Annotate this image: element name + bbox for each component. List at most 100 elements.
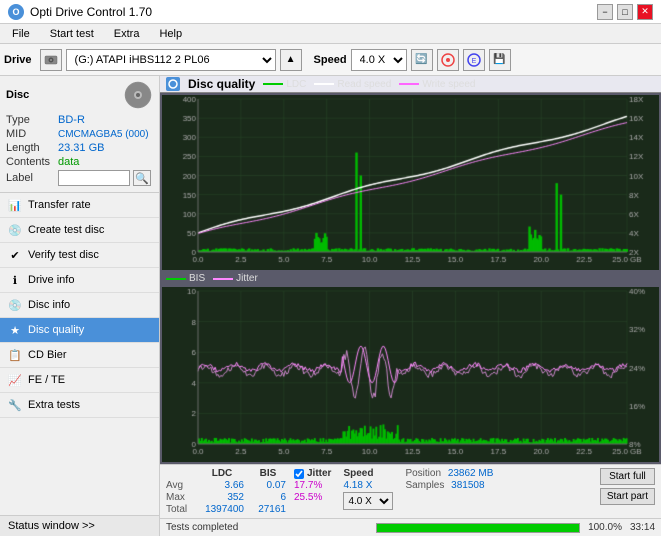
speed-header: Speed [343, 468, 393, 479]
sidebar-item-label: Disc info [28, 299, 70, 311]
sidebar-item-label: Verify test disc [28, 249, 99, 261]
legend-jitter-label: Jitter [236, 273, 258, 284]
sidebar-item-label: CD Bier [28, 349, 67, 361]
samples-label: Samples [405, 480, 444, 491]
position-value: 23862 MB [448, 468, 494, 479]
legend-read-speed-color [314, 83, 334, 85]
nav-items: 📊 Transfer rate 💿 Create test disc ✔ Ver… [0, 193, 159, 515]
legend-jitter: Jitter [213, 273, 258, 284]
max-jitter: 25.5% [294, 492, 331, 503]
avg-label: Avg [166, 480, 194, 491]
refresh-button[interactable]: 🔄 [411, 49, 433, 71]
maximize-button[interactable]: □ [617, 4, 633, 20]
speed-label: Speed [314, 54, 347, 66]
sidebar-item-disc-quality[interactable]: ★ Disc quality [0, 318, 159, 343]
svg-text:E: E [471, 58, 476, 65]
avg-jitter: 17.7% [294, 480, 331, 491]
sidebar-item-disc-info[interactable]: 💿 Disc info [0, 293, 159, 318]
menu-start-test[interactable]: Start test [42, 26, 102, 42]
stats-ldc-header: LDC [200, 468, 244, 479]
legend-ldc: LDC [263, 79, 306, 90]
extra-tests-icon: 🔧 [8, 398, 22, 412]
main-layout: Disc Type BD-R MID CMCMAGBA5 (000) [0, 76, 661, 536]
legend-write-speed-color [399, 83, 419, 85]
legend-read-speed-label: Read speed [337, 79, 391, 90]
start-full-button[interactable]: Start full [600, 468, 655, 485]
sidebar-item-fe-te[interactable]: 📈 FE / TE [0, 368, 159, 393]
type-value: BD-R [58, 114, 85, 126]
sidebar: Disc Type BD-R MID CMCMAGBA5 (000) [0, 76, 160, 536]
label-search-button[interactable]: 🔍 [133, 170, 151, 186]
disc-quality-nav-icon: ★ [8, 323, 22, 337]
stats-position: Position 23862 MB Samples 381508 [405, 468, 493, 491]
drive-icon-button[interactable] [40, 49, 62, 71]
sidebar-item-label: Drive info [28, 274, 74, 286]
bis-chart-canvas [162, 287, 659, 462]
stats-bis-header: BIS [250, 468, 286, 479]
verify-test-disc-icon: ✔ [8, 248, 22, 262]
mid-label: MID [6, 128, 58, 140]
sidebar-item-cd-bier[interactable]: 📋 CD Bier [0, 343, 159, 368]
create-test-disc-icon: 💿 [8, 223, 22, 237]
sidebar-item-label: Extra tests [28, 399, 80, 411]
speed-select[interactable]: 4.0 X [351, 49, 407, 71]
sidebar-item-label: Disc quality [28, 324, 84, 336]
speed-mode-select[interactable]: 4.0 X [343, 492, 393, 510]
bis-chart [162, 287, 659, 462]
ldc-chart-canvas [162, 95, 659, 270]
drive-select[interactable]: (G:) ATAPI iHBS112 2 PL06 [66, 49, 276, 71]
legend-bis: BIS [166, 273, 205, 284]
legend-read-speed: Read speed [314, 79, 391, 90]
stats-bar: LDC BIS Avg 3.66 0.07 Max 352 6 Total 13… [160, 464, 661, 518]
app-title: Opti Drive Control 1.70 [30, 5, 152, 19]
sidebar-item-verify-test-disc[interactable]: ✔ Verify test disc [0, 243, 159, 268]
menu-bar: File Start test Extra Help [0, 24, 661, 44]
stats-speed: Speed 4.18 X 4.0 X [343, 468, 393, 510]
length-label: Length [6, 142, 58, 154]
total-label: Total [166, 504, 194, 515]
contents-value: data [58, 156, 79, 168]
disc-panel: Disc Type BD-R MID CMCMAGBA5 (000) [0, 76, 159, 193]
drive-label: Drive [4, 54, 32, 66]
disc-quality-icon[interactable] [437, 49, 459, 71]
chart2-header: BIS Jitter [162, 272, 659, 285]
jitter-checkbox[interactable] [294, 469, 304, 479]
sidebar-item-drive-info[interactable]: ℹ Drive info [0, 268, 159, 293]
sidebar-item-transfer-rate[interactable]: 📊 Transfer rate [0, 193, 159, 218]
ldc-chart [162, 95, 659, 270]
status-window-button[interactable]: Status window >> [0, 515, 159, 536]
disc-header-label: Disc [6, 89, 29, 101]
sidebar-item-label: Create test disc [28, 224, 104, 236]
label-input[interactable] [58, 170, 130, 186]
start-part-button[interactable]: Start part [600, 488, 655, 505]
sidebar-item-label: FE / TE [28, 374, 65, 386]
menu-help[interactable]: Help [151, 26, 190, 42]
label-label: Label [6, 172, 58, 184]
sidebar-item-create-test-disc[interactable]: 💿 Create test disc [0, 218, 159, 243]
quality-header-icon [166, 77, 180, 91]
erase-button[interactable]: E [463, 49, 485, 71]
menu-file[interactable]: File [4, 26, 38, 42]
title-bar: O Opti Drive Control 1.70 − □ ✕ [0, 0, 661, 24]
legend-bis-color [166, 278, 186, 280]
disc-info-icon: 💿 [8, 298, 22, 312]
minimize-button[interactable]: − [597, 4, 613, 20]
sidebar-item-extra-tests[interactable]: 🔧 Extra tests [0, 393, 159, 418]
samples-value: 381508 [451, 480, 484, 491]
stats-ldc-bis: LDC BIS Avg 3.66 0.07 Max 352 6 Total 13… [166, 468, 286, 515]
save-button[interactable]: 💾 [489, 49, 511, 71]
length-value: 23.31 GB [58, 142, 104, 154]
close-button[interactable]: ✕ [637, 4, 653, 20]
stats-empty [166, 468, 194, 479]
legend-ldc-label: LDC [286, 79, 306, 90]
eject-button[interactable]: ▲ [280, 49, 302, 71]
fe-te-icon: 📈 [8, 373, 22, 387]
total-ldc: 1397400 [200, 504, 244, 515]
menu-extra[interactable]: Extra [106, 26, 148, 42]
legend-write-speed: Write speed [399, 79, 475, 90]
jitter-header: Jitter [307, 468, 331, 479]
cd-bier-icon: 📋 [8, 348, 22, 362]
avg-ldc: 3.66 [200, 480, 244, 491]
sidebar-item-label: Transfer rate [28, 199, 91, 211]
legend-write-speed-label: Write speed [422, 79, 475, 90]
